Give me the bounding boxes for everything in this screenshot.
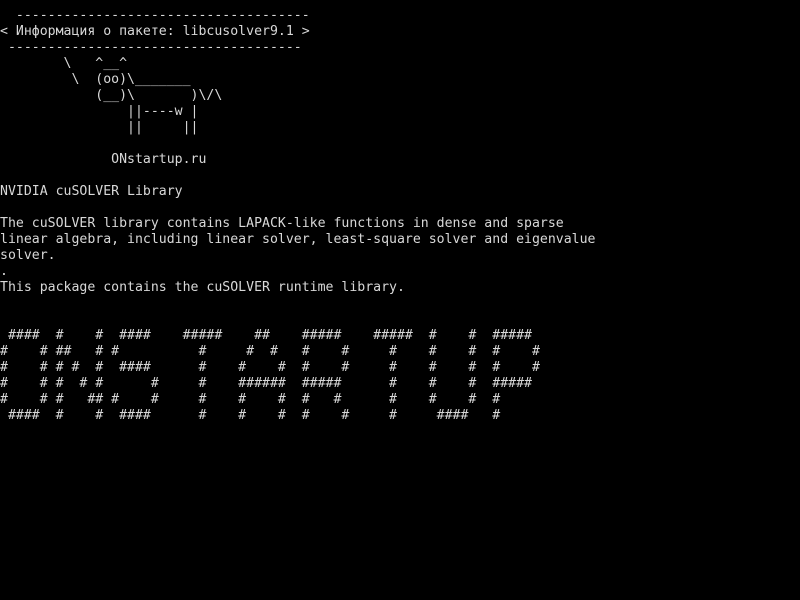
package-description-line-4: This package contains the cuSOLVER runti…	[0, 280, 405, 295]
banner-art-line-5: # # # ## # # # # # # # # # # #	[0, 392, 501, 407]
banner-art-line-6: #### # # #### # # # # # # #### #	[0, 408, 501, 423]
package-description-line-1: The cuSOLVER library contains LAPACK-lik…	[0, 216, 564, 231]
cowsay-border-bottom: -------------------------------------	[0, 40, 302, 55]
package-description-separator: .	[0, 264, 8, 279]
package-description-line-3: solver.	[0, 248, 56, 263]
terminal-screen[interactable]: ------------------------------------- < …	[0, 0, 800, 600]
banner-art-line-1: #### # # #### ##### ## ##### ##### # # #…	[0, 328, 532, 343]
banner-art-line-4: # # # # # # # ###### ##### # # # #####	[0, 376, 532, 391]
cow-art-line-4: ||----w |	[0, 104, 199, 119]
package-summary: NVIDIA cuSOLVER Library	[0, 184, 183, 199]
cowsay-border-top: -------------------------------------	[0, 8, 310, 23]
banner-art-line-2: # # ## # # # # # # # # # # # #	[0, 344, 540, 359]
banner-art-line-3: # # # # # #### # # # # # # # # # #	[0, 360, 540, 375]
cow-art-line-1: \ ^__^	[0, 56, 128, 71]
cow-art-line-2: \ (oo)\_______	[0, 72, 191, 87]
package-description-line-2: linear algebra, including linear solver,…	[0, 232, 596, 247]
site-credit: ONstartup.ru	[0, 152, 207, 167]
cow-art-line-3: (__)\ )\/\	[0, 88, 223, 103]
terminal-output: ------------------------------------- < …	[0, 8, 595, 424]
cowsay-speech-text: < Информация о пакете: libcusolver9.1 >	[0, 24, 310, 39]
cow-art-line-5: || ||	[0, 120, 199, 135]
